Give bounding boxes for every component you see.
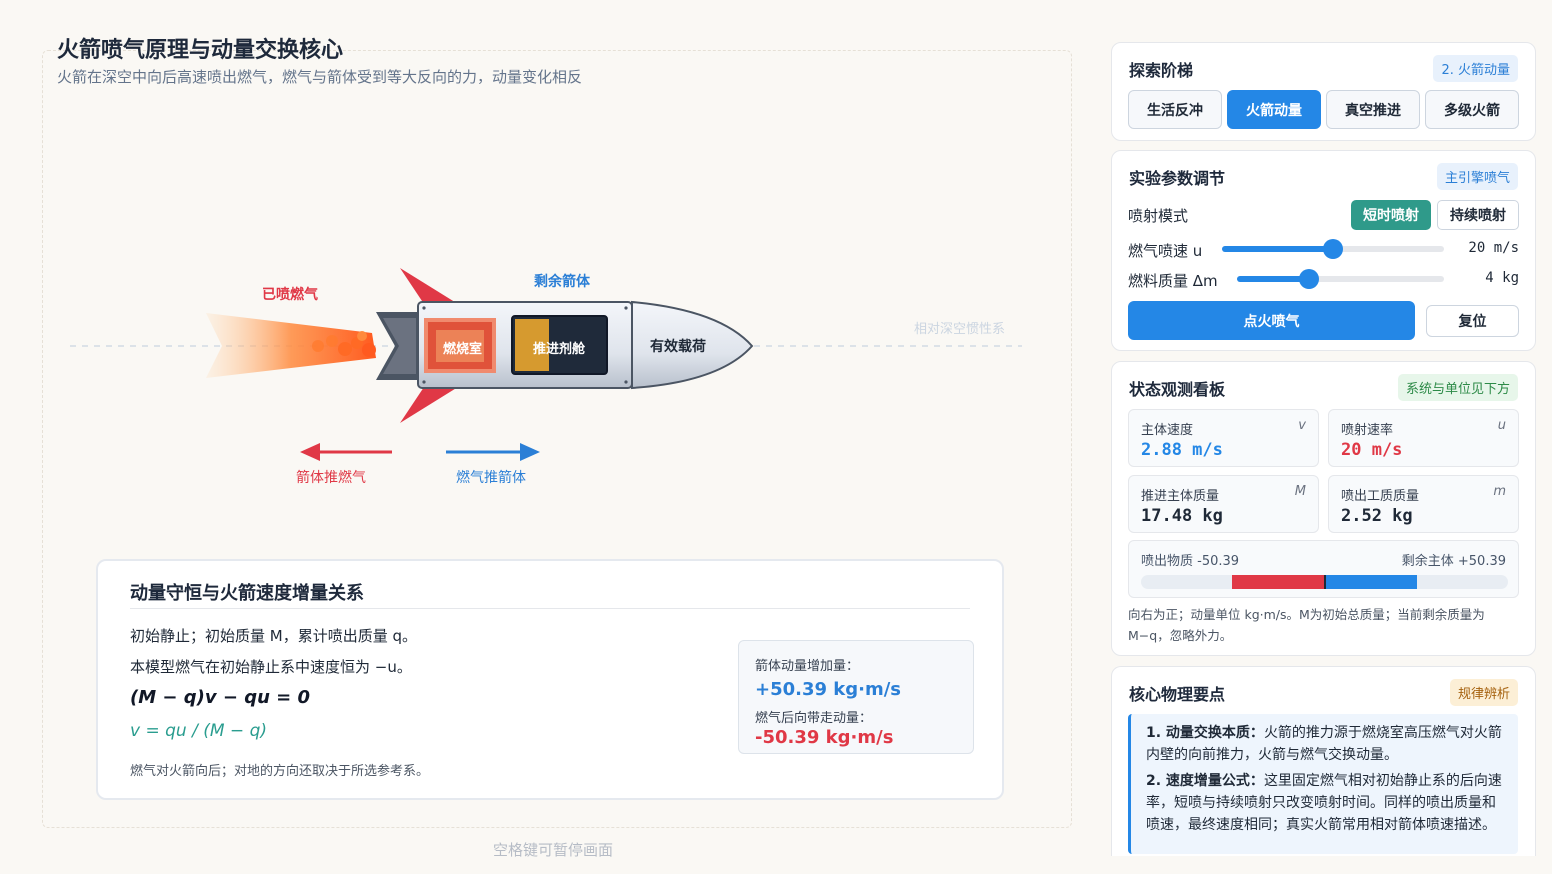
slider-fill (1222, 246, 1333, 252)
metric-value: 2.88 m/s (1141, 440, 1223, 460)
metric-body-velocity: 主体速度 v 2.88 m/s (1128, 409, 1319, 467)
metric-value: 20 m/s (1341, 440, 1403, 460)
reset-button[interactable]: 复位 (1426, 305, 1519, 337)
formula-note: 燃气对火箭向后；对地的方向还取决于所选参考系。 (130, 764, 430, 779)
momentum-zero-marker (1323, 575, 1326, 589)
metric-ejected-mass: 喷出工质质量 m 2.52 kg (1328, 475, 1519, 533)
gain-label: 箭体动量增加量： (755, 659, 860, 674)
formula-title: 动量守恒与火箭速度增量关系 (130, 583, 364, 604)
core-badge: 规律辨析 (1449, 679, 1518, 706)
core-point-2: 2. 速度增量公式：这里固定燃气相对初始静止系的后向速率，短喷与持续喷射只改变喷… (1146, 770, 1506, 836)
pause-hint: 空格键可暂停画面 (493, 841, 614, 859)
momentum-bar-body (1324, 575, 1417, 589)
metric-label: 推进主体质量 (1141, 489, 1220, 504)
force-right-label: 燃气推箭体 (456, 470, 526, 486)
force-left-label: 箭体推燃气 (296, 470, 366, 486)
metric-symbol: u (1497, 418, 1506, 433)
arrow-left-icon (300, 443, 392, 461)
step-button-3[interactable]: 真空推进 (1326, 90, 1420, 129)
metric-label: 主体速度 (1141, 423, 1194, 438)
force-arrows (300, 443, 540, 461)
velocity-equation: v = qu / (M − q) (130, 721, 267, 741)
metric-body-mass: 推进主体质量 M 17.48 kg (1128, 475, 1319, 533)
metric-exhaust-rate: 喷射速率 u 20 m/s (1328, 409, 1519, 467)
ladder-title: 探索阶梯 (1129, 61, 1194, 80)
metric-symbol: v (1298, 418, 1306, 433)
exhaust-speed-label: 燃气喷速 u (1128, 242, 1203, 260)
metric-symbol: M (1294, 484, 1306, 499)
formula-line-2: 本模型燃气在初始静止系中速度恒为 −u。 (130, 658, 412, 676)
momentum-bar (1141, 575, 1508, 589)
ladder-badge: 2. 火箭动量 (1433, 55, 1518, 82)
status-title: 状态观测看板 (1129, 380, 1226, 399)
mode-label: 喷射模式 (1128, 207, 1189, 225)
formula-card: 动量守恒与火箭速度增量关系 初始静止；初始质量 M，累计喷出质量 q。 本模型燃… (96, 559, 1004, 800)
loss-value: -50.39 kg·m/s (755, 727, 894, 748)
arrow-right-icon (446, 443, 540, 461)
divider (130, 608, 970, 609)
status-note: 向右为正；动量单位 kg·m/s。M为初始总质量；当前剩余质量为 M−q，忽略外… (1128, 607, 1485, 643)
fuel-mass-label: 燃料质量 Δm (1128, 272, 1218, 290)
continuous-burst-button[interactable]: 持续喷射 (1437, 200, 1519, 230)
loss-label: 燃气后向带走动量： (755, 711, 873, 726)
params-title: 实验参数调节 (1129, 169, 1226, 188)
formula-line-1: 初始静止；初始质量 M，累计喷出质量 q。 (130, 627, 418, 645)
fuel-mass-slider[interactable] (1237, 269, 1444, 289)
short-burst-button[interactable]: 短时喷射 (1351, 200, 1431, 230)
fuel-mass-value: 4 kg (1485, 270, 1519, 286)
step-button-4[interactable]: 多级火箭 (1425, 90, 1519, 129)
momentum-right-label: 剩余主体 +50.39 (1401, 554, 1506, 569)
metric-label: 喷射速率 (1341, 423, 1394, 438)
momentum-summary-box: 箭体动量增加量： +50.39 kg·m/s 燃气后向带走动量： -50.39 … (738, 640, 974, 754)
momentum-bar-box: 喷出物质 -50.39 剩余主体 +50.39 (1128, 540, 1519, 598)
core-point-1: 1. 动量交换本质：火箭的推力源于燃烧室高压燃气对火箭内壁的向前推力，火箭与燃气… (1146, 722, 1506, 766)
momentum-left-label: 喷出物质 -50.39 (1141, 554, 1240, 569)
status-badge: 系统与单位见下方 (1397, 374, 1518, 401)
exhaust-speed-slider[interactable] (1222, 239, 1444, 259)
step-button-1[interactable]: 生活反冲 (1128, 90, 1222, 129)
metric-value: 2.52 kg (1341, 506, 1413, 526)
exhaust-speed-value: 20 m/s (1468, 240, 1519, 256)
slider-thumb[interactable] (1323, 239, 1343, 259)
core-points-list: 1. 动量交换本质：火箭的推力源于燃烧室高压燃气对火箭内壁的向前推力，火箭与燃气… (1128, 714, 1518, 854)
point-head: 1. 动量交换本质： (1146, 725, 1264, 741)
metric-value: 17.48 kg (1141, 506, 1223, 526)
momentum-bar-ejected (1232, 575, 1325, 589)
gain-value: +50.39 kg·m/s (755, 679, 902, 700)
step-button-2[interactable]: 火箭动量 (1227, 90, 1321, 129)
point-head: 2. 速度增量公式： (1146, 773, 1264, 789)
ignite-button[interactable]: 点火喷气 (1128, 301, 1415, 340)
metric-label: 喷出工质质量 (1341, 489, 1420, 504)
momentum-equation: (M − q)v − qu = 0 (130, 687, 311, 708)
core-title: 核心物理要点 (1129, 685, 1226, 704)
metric-symbol: m (1493, 484, 1506, 499)
params-badge: 主引擎喷气 (1436, 163, 1518, 190)
